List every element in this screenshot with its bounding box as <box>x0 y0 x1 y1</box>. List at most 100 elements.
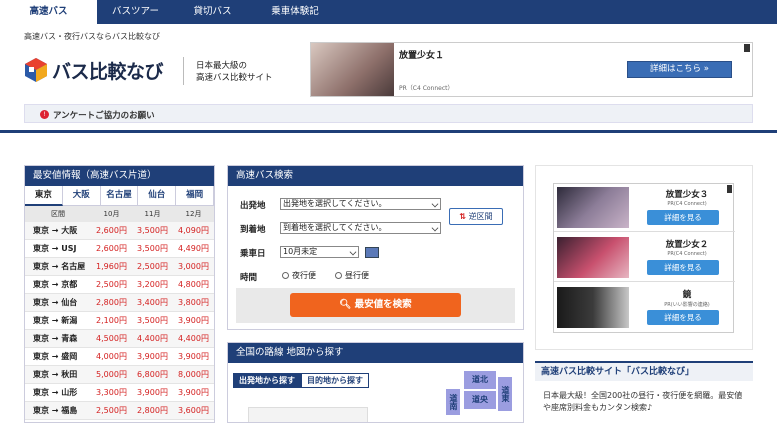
price-value-cell: 3,500円 <box>137 316 168 325</box>
price-value-cell: 4,490円 <box>178 244 209 253</box>
sidebar-ad-item[interactable]: 放置少女２ PR(C4 Connect) 詳細を見る <box>554 234 735 282</box>
price-value-cell: 3,900円 <box>178 388 209 397</box>
calendar-icon[interactable] <box>365 247 379 258</box>
tagline: 日本最大級の 高速バス比較サイト <box>196 60 273 84</box>
city-tab-fukuoka[interactable]: 福岡 <box>176 186 214 206</box>
region-donan[interactable]: 道南 <box>446 389 460 415</box>
price-row[interactable]: 東京 → USJ 2,600円 3,500円 4,490円 <box>25 240 214 258</box>
price-value-cell: 3,900円 <box>137 388 168 397</box>
breadcrumb: 高速バス・夜行バスならバス比較なび <box>24 32 160 41</box>
price-value-cell: 3,900円 <box>178 352 209 361</box>
survey-banner[interactable]: ! アンケートご協力のお願い <box>24 104 753 123</box>
ad-info-icon[interactable] <box>744 44 750 52</box>
to-select[interactable]: 到着地を選択してください。 <box>280 222 441 234</box>
price-route-cell[interactable]: 東京 → 名古屋 <box>25 258 91 275</box>
region-dohoku[interactable]: 道北 <box>464 371 496 389</box>
col-dec: 12月 <box>185 210 202 218</box>
ad-detail-button[interactable]: 詳細を見る <box>647 310 719 325</box>
day-bus-radio[interactable]: 昼行便 <box>335 270 369 281</box>
ad-detail-button[interactable]: 詳細はこちら » <box>627 61 732 78</box>
survey-text[interactable]: アンケートご協力のお願い <box>53 109 155 121</box>
sidebar-ads: 放置少女３ PR(C4 Connect) 詳細を見る 放置少女２ PR(C4 C… <box>553 183 735 333</box>
logo-divider <box>183 57 184 85</box>
price-value-cell: 3,200円 <box>137 280 168 289</box>
search-submit-button[interactable]: 🔍︎ 最安値を検索 <box>290 293 461 317</box>
ad-detail-button[interactable]: 詳細を見る <box>647 210 719 225</box>
price-row[interactable]: 東京 → 名古屋 1,960円 2,500円 3,000円 <box>25 258 214 276</box>
radio-circle-icon <box>335 272 342 279</box>
night-bus-radio[interactable]: 夜行便 <box>282 270 316 281</box>
city-tab-nagoya[interactable]: 名古屋 <box>100 186 139 206</box>
price-route-cell[interactable]: 東京 → 山形 <box>25 384 91 401</box>
exclamation-icon: ! <box>40 110 49 119</box>
col-oct: 10月 <box>103 210 120 218</box>
region-doo[interactable]: 道央 <box>464 391 496 409</box>
sidebar-ad-item[interactable]: 放置少女３ PR(C4 Connect) 詳細を見る <box>554 184 735 232</box>
price-value-cell: 3,300円 <box>96 388 127 397</box>
price-route-cell[interactable]: 東京 → 京都 <box>25 276 91 293</box>
city-tabs: 東京 大阪 名古屋 仙台 福岡 <box>25 186 214 206</box>
city-tab-tokyo[interactable]: 東京 <box>25 186 63 206</box>
search-icon: 🔍︎ <box>339 299 352 310</box>
map-hint-box <box>248 407 368 422</box>
price-value-cell: 2,100円 <box>96 316 127 325</box>
tab-charter-bus[interactable]: 貸切バス <box>174 0 251 24</box>
ad-thumbnail <box>557 187 629 228</box>
city-tab-sendai[interactable]: 仙台 <box>138 186 177 206</box>
price-route-cell[interactable]: 東京 → 秋田 <box>25 366 91 383</box>
map-tab-from[interactable]: 出発地から探す <box>233 373 301 388</box>
date-select[interactable]: 10月未定 <box>280 246 359 258</box>
search-submit-label: 最安値を検索 <box>354 299 412 310</box>
region-doto[interactable]: 道東 <box>498 377 512 411</box>
price-row[interactable]: 東京 → 青森 4,500円 4,400円 4,400円 <box>25 330 214 348</box>
date-label: 乗車日 <box>240 249 266 259</box>
swap-route-button[interactable]: ⇅ 逆区間 <box>449 208 503 225</box>
map-tab-to[interactable]: 目的地から探す <box>301 373 369 388</box>
price-route-cell[interactable]: 東京 → 福島 <box>25 402 91 419</box>
price-row[interactable]: 東京 → 京都 2,500円 3,200円 4,800円 <box>25 276 214 294</box>
to-select-value: 到着地を選択してください。 <box>283 223 387 232</box>
price-value-cell: 2,500円 <box>137 262 168 271</box>
ad-thumbnail <box>557 287 629 328</box>
price-route-cell[interactable]: 東京 → 盛岡 <box>25 348 91 365</box>
price-route-cell[interactable]: 東京 → 新潟 <box>25 312 91 329</box>
from-select[interactable]: 出発地を選択してください。 <box>280 198 441 210</box>
col-nov: 11月 <box>144 210 161 218</box>
price-row[interactable]: 東京 → 盛岡 4,000円 3,900円 3,900円 <box>25 348 214 366</box>
route-map-panel: 全国の路線 地図から探す 出発地から探す 目的地から探す 道北 道央 道東 道南 <box>227 342 524 423</box>
ad-detail-button[interactable]: 詳細を見る <box>647 260 719 275</box>
bus-logo-icon <box>25 58 47 82</box>
price-route-cell[interactable]: 東京 → 青森 <box>25 330 91 347</box>
price-value-cell: 3,600円 <box>178 406 209 415</box>
price-value-cell: 3,800円 <box>178 298 209 307</box>
price-value-cell: 4,800円 <box>178 280 209 289</box>
date-select-value: 10月未定 <box>283 247 318 256</box>
price-table-body: 東京 → 大阪 2,600円 3,500円 4,090円 東京 → USJ 2,600円 3… <box>25 222 214 420</box>
city-tab-osaka[interactable]: 大阪 <box>62 186 101 206</box>
site-logo[interactable]: バス比較なび <box>24 55 194 85</box>
price-value-cell: 3,400円 <box>137 298 168 307</box>
tab-ride-report[interactable]: 乗車体験記 <box>251 0 339 24</box>
price-value-cell: 2,500円 <box>96 280 127 289</box>
price-route-cell[interactable]: 東京 → 大阪 <box>25 222 91 239</box>
price-table-header: 区間 10月 11月 12月 <box>25 206 214 222</box>
top-banner-ad[interactable]: 放置少女１ PR（C4 Connect） 詳細はこちら » <box>310 42 753 97</box>
price-route-cell[interactable]: 東京 → USJ <box>25 240 91 257</box>
price-row[interactable]: 東京 → 大阪 2,600円 3,500円 4,090円 <box>25 222 214 240</box>
price-row[interactable]: 東京 → 山形 3,300円 3,900円 3,900円 <box>25 384 214 402</box>
tab-bus-tour[interactable]: バスツアー <box>97 0 174 24</box>
tab-highway-bus[interactable]: 高速バス <box>0 0 97 24</box>
sidebar-ad-item[interactable]: 鏡 PR(いい影響の連絡) 詳細を見る <box>554 284 735 332</box>
ad-info-icon[interactable] <box>727 185 732 193</box>
price-row[interactable]: 東京 → 仙台 2,800円 3,400円 3,800円 <box>25 294 214 312</box>
price-route-cell[interactable]: 東京 → 仙台 <box>25 294 91 311</box>
swap-route-label: 逆区間 <box>468 212 493 221</box>
price-row[interactable]: 東京 → 福島 2,500円 2,800円 3,600円 <box>25 402 214 420</box>
price-row[interactable]: 東京 → 秋田 5,000円 6,800円 8,000円 <box>25 366 214 384</box>
price-value-cell: 3,900円 <box>178 316 209 325</box>
from-label: 出発地 <box>240 201 266 211</box>
search-panel-title: 高速バス検索 <box>228 166 523 186</box>
ad-thumbnail <box>311 43 394 96</box>
chevron-down-icon <box>431 224 439 232</box>
price-row[interactable]: 東京 → 新潟 2,100円 3,500円 3,900円 <box>25 312 214 330</box>
